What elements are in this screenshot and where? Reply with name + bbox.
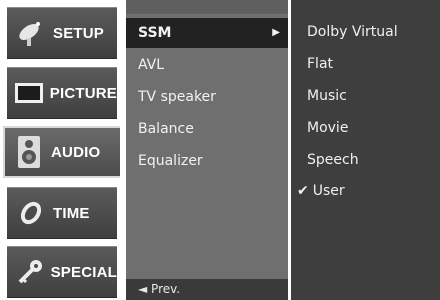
category-special[interactable]: SPECIAL xyxy=(7,246,117,298)
key-icon xyxy=(13,254,47,290)
arrow-right-icon: ▶ xyxy=(272,27,280,38)
option-label: Flat xyxy=(307,56,334,72)
submenu-item-label: Balance xyxy=(138,121,194,137)
category-list: SETUP PICTURE AUDIO TIME SPECIAL xyxy=(0,0,120,300)
submenu-item-avl[interactable]: AVL xyxy=(126,50,288,80)
option-label: Speech xyxy=(307,152,359,168)
category-picture[interactable]: PICTURE xyxy=(7,67,117,119)
option-dolby-virtual[interactable]: Dolby Virtual xyxy=(291,17,440,47)
category-label: SPECIAL xyxy=(50,263,117,281)
clock-icon xyxy=(13,195,49,231)
category-label: PICTURE xyxy=(49,84,117,102)
option-label: Movie xyxy=(307,120,349,136)
category-audio[interactable]: AUDIO xyxy=(3,126,120,178)
category-time[interactable]: TIME xyxy=(7,187,117,239)
submenu-item-balance[interactable]: Balance xyxy=(126,114,288,144)
submenu-item-label: AVL xyxy=(138,57,165,73)
prev-button[interactable]: ◄ Prev. xyxy=(126,279,288,300)
audio-submenu: SSM ▶ AVL TV speaker Balance Equalizer ◄… xyxy=(126,0,288,300)
option-music[interactable]: Music xyxy=(291,81,440,111)
submenu-item-label: Equalizer xyxy=(138,153,203,169)
satellite-dish-icon xyxy=(13,15,49,51)
option-speech[interactable]: Speech xyxy=(291,145,440,175)
category-label: TIME xyxy=(53,204,90,222)
option-label: Dolby Virtual xyxy=(307,24,398,40)
category-setup[interactable]: SETUP xyxy=(7,7,117,59)
submenu-top-bar xyxy=(126,0,288,14)
submenu-item-ssm[interactable]: SSM ▶ xyxy=(126,18,288,48)
category-label: SETUP xyxy=(53,24,105,42)
option-movie[interactable]: Movie xyxy=(291,113,440,143)
option-flat[interactable]: Flat xyxy=(291,49,440,79)
submenu-item-label: TV speaker xyxy=(138,89,216,105)
tv-osd-menu: SETUP PICTURE AUDIO TIME SPECIAL SSM ▶ A… xyxy=(0,0,440,300)
checkmark-icon: ✔ xyxy=(297,183,309,199)
submenu-item-equalizer[interactable]: Equalizer xyxy=(126,146,288,176)
category-label: AUDIO xyxy=(51,143,101,161)
option-label: User xyxy=(312,183,345,199)
option-label: Music xyxy=(307,88,347,104)
submenu-item-label: SSM xyxy=(138,25,172,41)
submenu-item-tv-speaker[interactable]: TV speaker xyxy=(126,82,288,112)
monitor-icon xyxy=(13,75,46,111)
speaker-icon xyxy=(11,134,47,170)
option-user[interactable]: ✔ User xyxy=(291,176,440,206)
ssm-options-panel: Dolby Virtual Flat Music Movie Speech ✔ U… xyxy=(291,0,440,300)
